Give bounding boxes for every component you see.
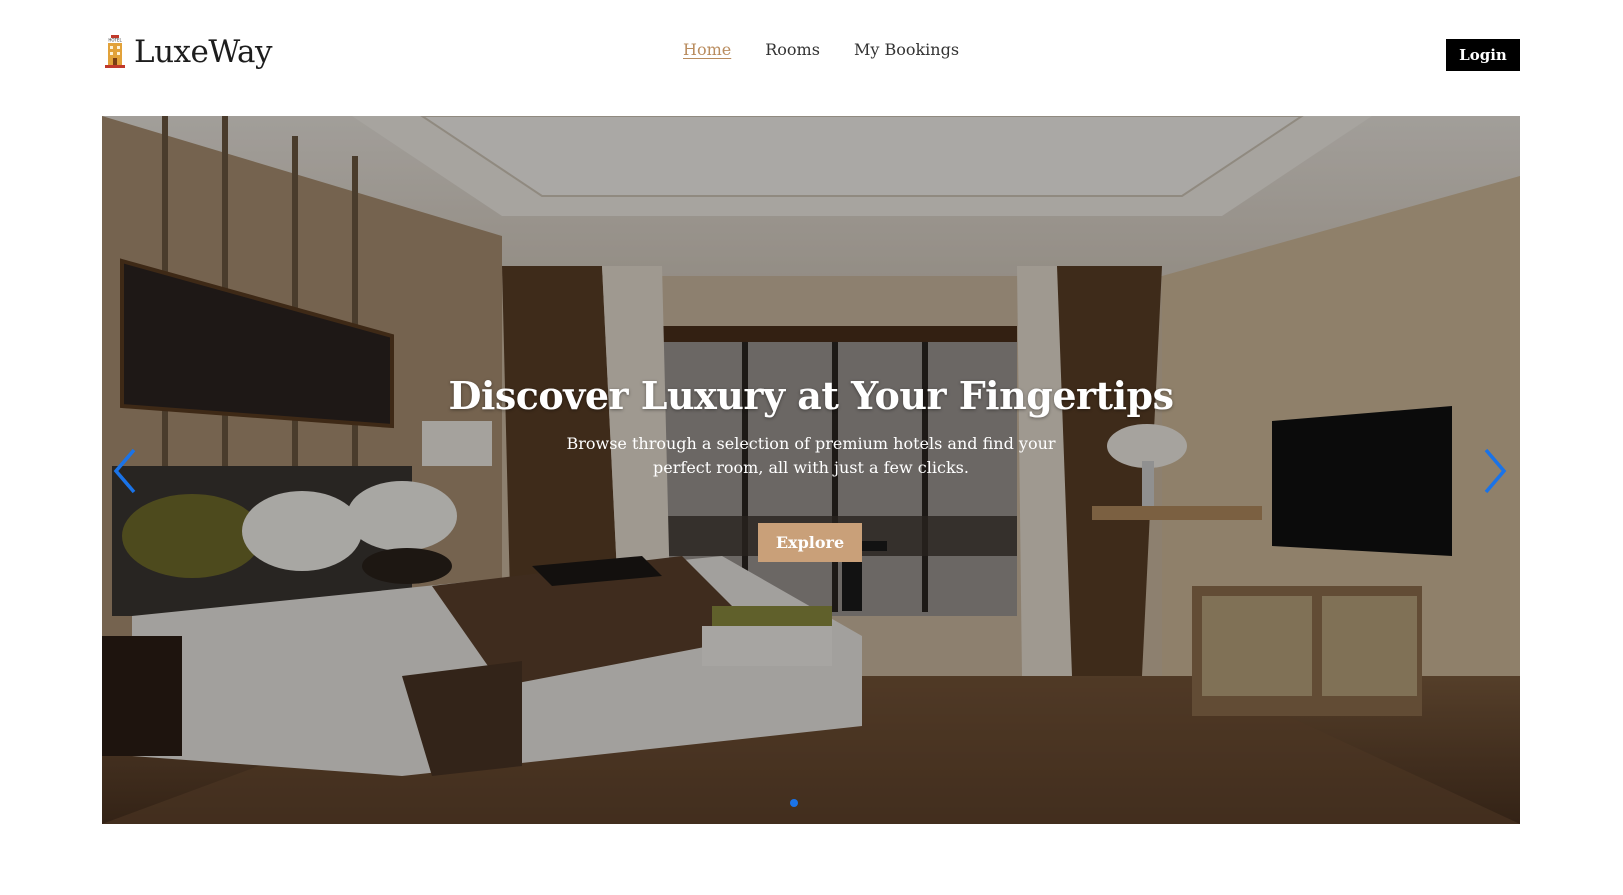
nav-home-link[interactable]: Home [683, 40, 731, 59]
brand-logo[interactable]: HOTEL LuxeWay [104, 34, 273, 70]
chevron-right-icon [1484, 448, 1507, 494]
carousel-indicator-dot[interactable] [790, 799, 798, 807]
logo-badge-text: HOTEL [108, 38, 122, 43]
explore-button[interactable]: Explore [758, 523, 862, 562]
nav-my-bookings-link[interactable]: My Bookings [854, 40, 959, 59]
login-button[interactable]: Login [1446, 39, 1520, 71]
main-menu: Home Rooms My Bookings [683, 40, 959, 59]
carousel-prev-button[interactable] [110, 446, 140, 496]
hotel-tower-icon: HOTEL [104, 35, 126, 69]
carousel-next-button[interactable] [1480, 446, 1510, 496]
nav-rooms-link[interactable]: Rooms [765, 40, 820, 59]
top-navbar: HOTEL LuxeWay Home Rooms My Bookings Log… [0, 0, 1623, 110]
chevron-left-icon [113, 448, 136, 494]
hero-subtitle: Browse through a selection of premium ho… [566, 434, 1056, 477]
hero-title: Discover Luxury at Your Fingertips [448, 373, 1174, 418]
hero-carousel: Discover Luxury at Your Fingertips Brows… [102, 116, 1520, 824]
brand-name: LuxeWay [134, 34, 273, 70]
